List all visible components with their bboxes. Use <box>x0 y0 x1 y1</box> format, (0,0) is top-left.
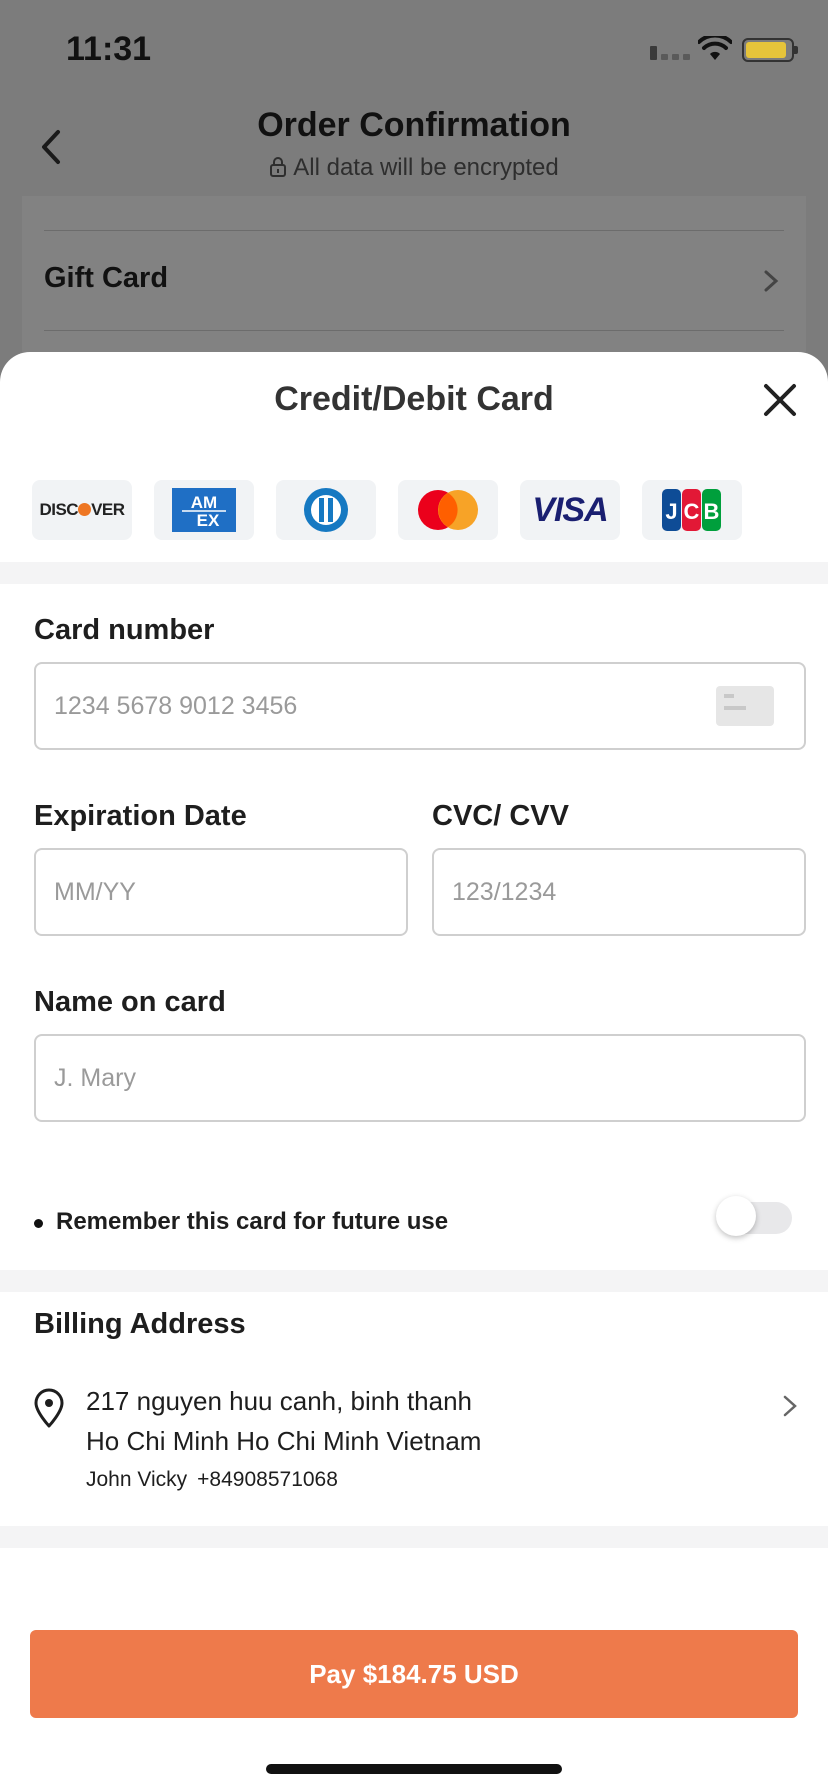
address-line-1: 217 nguyen huu canh, binh thanh <box>86 1386 473 1416</box>
remember-card-row: Remember this card for future use <box>34 1192 794 1252</box>
cellular-signal-icon <box>650 46 692 60</box>
remember-card-label: Remember this card for future use <box>56 1208 449 1235</box>
card-number-field[interactable] <box>34 662 806 750</box>
wifi-icon <box>698 36 732 60</box>
chevron-right-icon <box>783 1395 797 1417</box>
contact-phone: +84908571068 <box>197 1468 338 1491</box>
name-on-card-label: Name on card <box>34 986 226 1018</box>
visa-logo: VISA <box>520 480 620 540</box>
nav-bar: Order Confirmation All data will be encr… <box>0 100 828 196</box>
status-time: 11:31 <box>66 30 152 68</box>
sheet-title: Credit/Debit Card <box>274 380 554 418</box>
cvc-label: CVC/ CVV <box>432 800 569 832</box>
lock-icon <box>270 157 287 177</box>
close-icon[interactable] <box>762 382 798 418</box>
gift-card-label: Gift Card <box>44 262 169 294</box>
bullet-icon <box>34 1219 43 1228</box>
home-indicator <box>266 1764 562 1774</box>
discover-logo: DISC VER <box>32 480 132 540</box>
cvc-field[interactable] <box>432 848 806 936</box>
contact-name: John Vicky <box>86 1468 188 1491</box>
svg-text:EX: EX <box>197 511 220 530</box>
svg-text:J: J <box>665 499 677 524</box>
cvc-input[interactable] <box>452 850 786 934</box>
amex-logo: AM EX <box>154 480 254 540</box>
svg-text:C: C <box>684 499 700 524</box>
pay-button[interactable]: Pay $184.75 USD <box>30 1630 798 1718</box>
svg-text:B: B <box>704 499 720 524</box>
section-divider <box>0 562 828 584</box>
billing-address-section[interactable]: Billing Address 217 nguyen huu canh, bin… <box>0 1292 828 1492</box>
name-on-card-field[interactable] <box>34 1034 806 1122</box>
divider <box>44 330 784 331</box>
expiration-date-input[interactable] <box>54 850 388 934</box>
address-contact: John Vicky +84908571068 <box>86 1468 338 1492</box>
card-number-input[interactable] <box>54 664 786 748</box>
page-title: Order Confirmation <box>257 106 571 144</box>
diners-club-logo <box>276 480 376 540</box>
billing-address-title: Billing Address <box>34 1308 246 1340</box>
svg-text:AM: AM <box>191 493 217 512</box>
status-bar: 11:31 <box>0 0 828 100</box>
section-divider <box>0 1270 828 1292</box>
encryption-note: All data will be encrypted <box>0 154 828 182</box>
card-number-label: Card number <box>34 614 215 646</box>
credit-card-icon <box>716 686 774 726</box>
battery-icon <box>742 38 798 62</box>
jcb-logo: J C B <box>642 480 742 540</box>
mastercard-logo <box>398 480 498 540</box>
remember-card-toggle[interactable] <box>716 1196 792 1236</box>
expiration-date-field[interactable] <box>34 848 408 936</box>
encryption-text: All data will be encrypted <box>293 154 559 181</box>
chevron-right-icon <box>764 270 779 292</box>
name-on-card-input[interactable] <box>54 1036 786 1120</box>
credit-card-sheet: Credit/Debit Card DISC VER AM EX VISA J … <box>0 352 828 1792</box>
background-page: 11:31 Order Confirmation All data will b… <box>0 0 828 416</box>
address-line-2: Ho Chi Minh Ho Chi Minh Vietnam <box>86 1426 482 1456</box>
section-divider <box>0 1526 828 1548</box>
location-pin-icon <box>34 1388 64 1428</box>
expiration-date-label: Expiration Date <box>34 800 247 832</box>
gift-card-row[interactable]: Gift Card <box>44 230 784 330</box>
